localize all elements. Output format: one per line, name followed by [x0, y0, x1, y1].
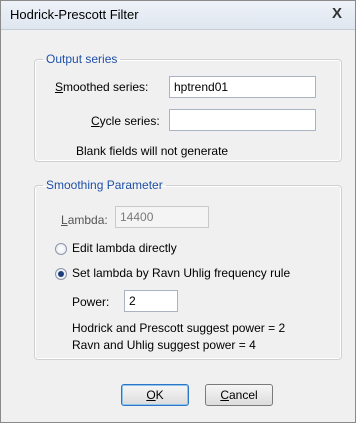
cancel-button[interactable]: Cancel [205, 384, 273, 406]
smoothed-series-label: Smoothed series: [55, 80, 149, 94]
ru-suggestion-note: Ravn and Uhlig suggest power = 4 [72, 338, 256, 352]
cycle-series-input[interactable] [169, 109, 316, 131]
title-bar[interactable]: Hodrick-Prescott Filter X [1, 1, 355, 30]
lambda-label: Lambda: [61, 213, 108, 227]
ravn-uhlig-label[interactable]: Set lambda by Ravn Uhlig frequency rule [72, 266, 290, 280]
hp-filter-dialog: Hodrick-Prescott Filter X Output series … [0, 0, 356, 423]
cycle-series-label: Cycle series: [91, 114, 160, 128]
power-label: Power: [72, 295, 110, 309]
smoothed-series-input[interactable] [169, 76, 316, 98]
lambda-input [115, 206, 209, 228]
close-icon[interactable]: X [329, 5, 345, 23]
edit-lambda-label[interactable]: Edit lambda directly [72, 241, 177, 255]
ravn-uhlig-radio[interactable] [55, 268, 67, 280]
dialog-title: Hodrick-Prescott Filter [10, 7, 139, 22]
ok-button[interactable]: OK [121, 384, 189, 406]
output-series-legend: Output series [46, 52, 118, 66]
edit-lambda-radio[interactable] [55, 243, 67, 255]
smoothing-parameter-legend: Smoothing Parameter [46, 178, 163, 192]
hp-suggestion-note: Hodrick and Prescott suggest power = 2 [72, 321, 286, 335]
blank-fields-note: Blank fields will not generate [76, 144, 229, 158]
power-input[interactable] [124, 290, 178, 312]
